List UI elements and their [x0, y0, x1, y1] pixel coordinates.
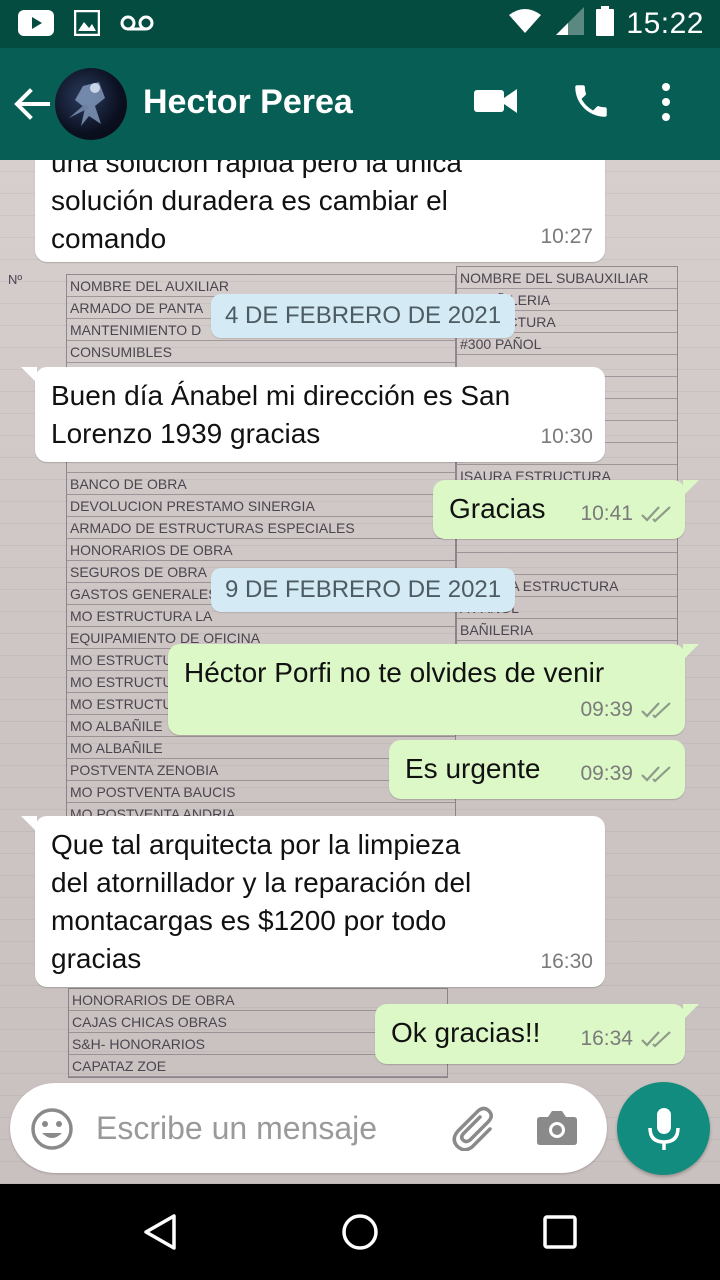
- message-outgoing[interactable]: Héctor Porfi no te olvides de venir 09:3…: [168, 644, 699, 735]
- more-vert-icon: [662, 83, 670, 121]
- doc-row: NOMBRE DEL SUBAUXILIAR: [457, 267, 677, 289]
- emoji-icon: [31, 1108, 73, 1150]
- date-divider: 4 DE FEBRERO DE 2021: [211, 294, 516, 338]
- message-incoming[interactable]: Que tal arquitecta por la limpieza del a…: [21, 816, 605, 987]
- doc-row: ARMADO DE ESTRUCTURAS ESPECIALES: [67, 517, 455, 539]
- clock-time: 15:22: [626, 6, 704, 40]
- message-text-line: Buen día Ánabel mi dirección es San: [51, 380, 511, 411]
- message-outgoing[interactable]: Es urgente 09:39: [389, 740, 685, 799]
- message-composer: [10, 1083, 607, 1173]
- message-time: 10:30: [540, 425, 593, 448]
- message-text-line: comando: [51, 223, 167, 254]
- camera-icon: [537, 1111, 577, 1145]
- message-time: 09:39: [580, 698, 633, 721]
- avatar[interactable]: [55, 68, 127, 140]
- message-outgoing[interactable]: Gracias 10:41: [433, 480, 699, 539]
- doc-row: CONSUMIBLES: [67, 341, 455, 363]
- double-check-icon: [641, 1031, 671, 1048]
- mic-icon: [648, 1108, 680, 1150]
- message-input[interactable]: [96, 1103, 426, 1153]
- chat-area[interactable]: Nº NOMBRE DEL AUXILIAR ARMADO DE PANTA MAN…: [0, 160, 720, 1184]
- signal-icon: [554, 7, 585, 40]
- message-time: 16:34: [580, 1027, 633, 1050]
- video-call-button[interactable]: [473, 84, 519, 123]
- image-icon: [73, 9, 101, 41]
- message-time: 10:27: [540, 225, 593, 248]
- voice-call-button[interactable]: [570, 80, 612, 127]
- status-bar: 15:22: [0, 0, 720, 48]
- attach-icon: [452, 1106, 493, 1152]
- double-check-icon: [641, 766, 671, 783]
- message-text-line: montacargas es $1200 por todo: [51, 905, 447, 936]
- recents-square-icon: [543, 1215, 577, 1249]
- back-button[interactable]: [10, 82, 54, 126]
- doc-row: HONORARIOS DE OBRA: [67, 539, 455, 561]
- nav-recents-button[interactable]: [542, 1214, 578, 1255]
- message-time: 09:39: [580, 762, 633, 785]
- double-check-icon: [641, 506, 671, 523]
- doc-header-number: Nº: [8, 272, 23, 287]
- doc-row: DEVOLUCION PRESTAMO SINERGIA: [67, 495, 455, 517]
- message-outgoing[interactable]: Ok gracias!! 16:34: [375, 1004, 699, 1064]
- message-text-line: solución duradera es cambiar el: [51, 185, 448, 216]
- attach-button[interactable]: [450, 1105, 498, 1156]
- nav-home-button[interactable]: [340, 1212, 380, 1257]
- message-text-line: Que tal arquitecta por la limpieza: [51, 829, 461, 860]
- camera-button[interactable]: [536, 1107, 578, 1152]
- message-incoming[interactable]: una solución rápida pero la única soluci…: [35, 160, 605, 262]
- date-divider: 9 DE FEBRERO DE 2021: [211, 568, 516, 612]
- home-circle-icon: [342, 1214, 378, 1250]
- contact-name[interactable]: Hector Perea: [143, 83, 353, 122]
- youtube-icon: [18, 10, 54, 41]
- message-text-line: del atornillador y la reparación del: [51, 867, 472, 898]
- more-options-button[interactable]: [660, 82, 672, 127]
- wifi-icon: [508, 8, 542, 39]
- double-check-icon: [641, 702, 671, 719]
- voicemail-icon: [120, 13, 154, 38]
- phone-icon: [575, 85, 607, 117]
- chat-header: Hector Perea: [0, 48, 720, 160]
- battery-icon: [596, 6, 615, 41]
- voice-record-button[interactable]: [617, 1082, 710, 1175]
- message-incoming[interactable]: Buen día Ánabel mi dirección es San Lore…: [21, 367, 605, 462]
- doc-row: BAÑILERIA: [457, 619, 677, 641]
- doc-row: BANCO DE OBRA: [67, 473, 455, 495]
- nav-back-button[interactable]: [140, 1212, 180, 1257]
- system-nav-bar: [0, 1184, 720, 1280]
- message-text-line: Héctor Porfi no te olvides de venir: [184, 657, 605, 688]
- message-text-line: una solución rápida pero la única: [51, 160, 462, 178]
- message-text-line: Lorenzo 1939 gracias: [51, 418, 321, 449]
- message-time: 10:41: [580, 502, 633, 525]
- emoji-button[interactable]: [30, 1107, 74, 1156]
- back-triangle-icon: [144, 1214, 176, 1250]
- message-text-line: gracias: [51, 943, 142, 974]
- arrow-back-icon: [14, 88, 50, 120]
- message-time: 16:30: [540, 950, 593, 973]
- video-call-icon: [474, 89, 517, 113]
